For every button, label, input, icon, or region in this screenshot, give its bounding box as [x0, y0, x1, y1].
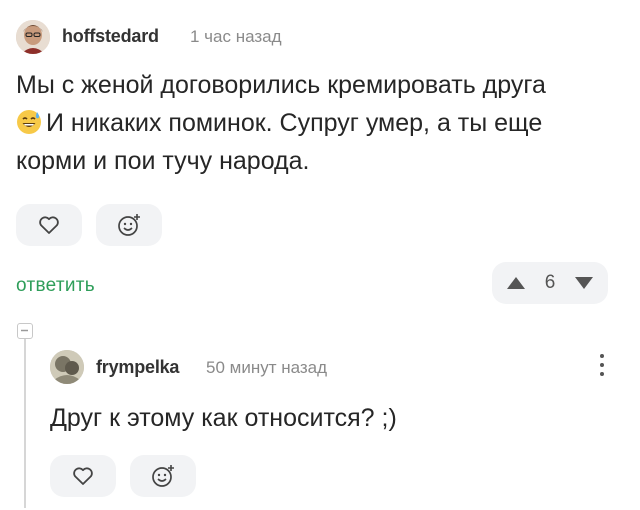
- rating-control: 6: [492, 262, 608, 304]
- smiley-plus-icon: [152, 465, 174, 487]
- collapse-thread-button[interactable]: [17, 323, 33, 339]
- comment-body: Мы с женой договорились кремировать друг…: [16, 66, 626, 180]
- thread-line: [24, 338, 26, 508]
- author-name[interactable]: frympelka: [96, 357, 179, 378]
- reply-body: Друг к этому как относится? ;): [50, 404, 397, 432]
- add-reaction-button[interactable]: [130, 455, 196, 497]
- avatar[interactable]: [16, 20, 50, 54]
- author-name[interactable]: hoffstedard: [62, 26, 159, 47]
- smiley-plus-icon: [118, 214, 140, 236]
- avatar-image: [50, 350, 84, 384]
- rating-value: 6: [544, 272, 556, 293]
- reply-link[interactable]: ответить: [16, 275, 95, 297]
- avatar-image: [16, 20, 50, 54]
- upvote-icon[interactable]: [506, 276, 526, 290]
- avatar[interactable]: [50, 350, 84, 384]
- add-reaction-button[interactable]: [96, 204, 162, 246]
- comment-text-line: Мы с женой договорились кремировать друг…: [16, 71, 546, 99]
- sweat-smile-emoji-icon: [17, 110, 41, 134]
- timestamp: 50 минут назад: [206, 358, 328, 377]
- heart-icon: [39, 216, 59, 234]
- downvote-icon[interactable]: [574, 276, 594, 290]
- comment-text-line-content: И никаких поминок. Супруг умер, а ты еще: [46, 109, 543, 137]
- timestamp: 1 час назад: [190, 27, 282, 46]
- comment-text-line: корми и пои тучу народа.: [16, 147, 310, 175]
- like-button[interactable]: [50, 455, 116, 497]
- more-options-icon[interactable]: [600, 354, 604, 376]
- comment-text-line: И никаких поминок. Супруг умер, а ты еще: [16, 104, 626, 142]
- minus-icon: [21, 329, 28, 332]
- heart-icon: [73, 467, 93, 485]
- like-button[interactable]: [16, 204, 82, 246]
